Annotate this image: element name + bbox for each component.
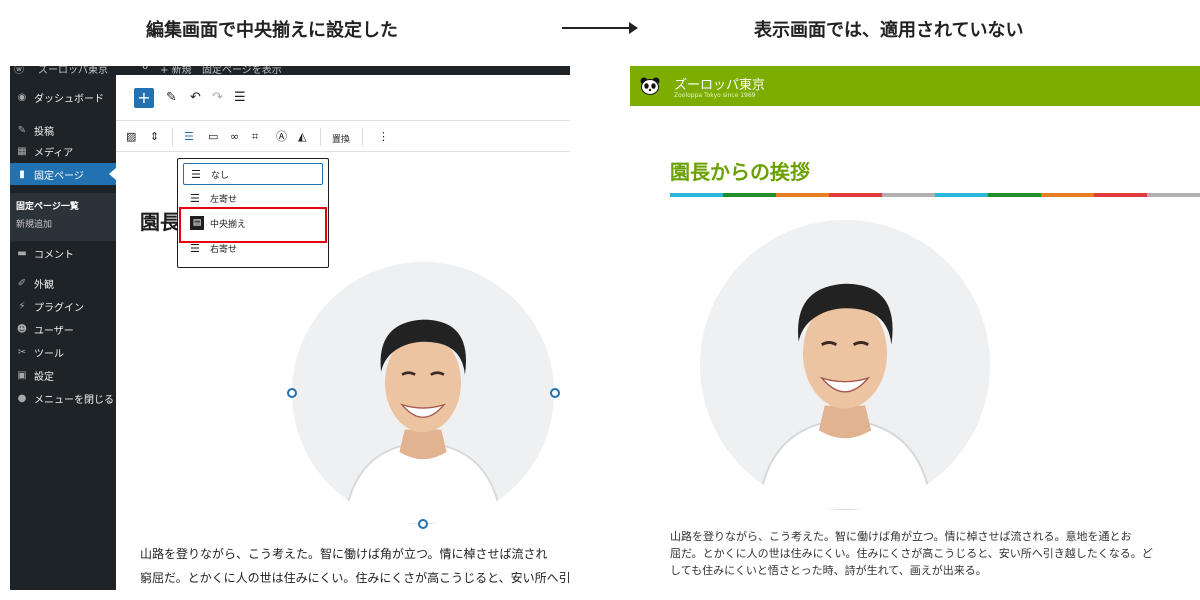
paragraph-line-3: しても住みにくいと悟さとった時、詩が生れて、画えが出来る。	[670, 564, 987, 577]
paragraph-line-1[interactable]: 山路を登りながら、こう考えた。智に働けば角が立つ。情に棹させば流され	[140, 542, 570, 566]
stripe-segment	[776, 193, 829, 197]
wordpress-logo-icon[interactable]: ⓦ	[14, 66, 24, 75]
editor-top-toolbar: + ✎ ↶ ↷ ☰	[116, 75, 570, 121]
highlight-box	[179, 207, 327, 243]
paragraph-line-2: 屈だ。とかくに人の世は住みにくい。住みにくさが高こうじると、安い所へ引き越したく…	[670, 547, 1153, 560]
move-updown-icon[interactable]: ⇕	[150, 128, 159, 146]
sidebar-item-collapse[interactable]: ● メニューを閉じる	[10, 387, 116, 409]
sidebar-item-tools[interactable]: ✂ ツール	[10, 341, 116, 363]
submenu-add-new[interactable]: 新規追加	[16, 217, 52, 230]
toolbar-divider	[172, 128, 173, 146]
dashboard-icon: ◉	[17, 91, 27, 103]
sidebar-item-comments[interactable]: ▬ コメント	[10, 242, 116, 264]
user-icon: ☻	[16, 323, 28, 335]
editor-screenshot: ⓦ ズーロッパ東京 0 + 新規 固定ページを表示 ◉ ダッシュボード ✎ 投稿…	[10, 66, 570, 590]
sidebar-item-settings[interactable]: ▣ 設定	[10, 364, 116, 386]
page-heading: 園長からの挨拶	[670, 160, 810, 184]
stripe-segment	[1094, 193, 1147, 197]
resize-handle-right[interactable]	[550, 388, 560, 398]
caption-frontend: 表示画面では、適用されていない	[754, 20, 1024, 41]
list-view-icon[interactable]: ☰	[234, 88, 246, 108]
resize-handle-bottom[interactable]	[418, 519, 428, 529]
more-options-icon[interactable]: ⋮	[378, 128, 389, 146]
link-icon[interactable]: ∞	[230, 128, 239, 146]
stripe-segment	[723, 193, 776, 197]
pin-icon: ✎	[17, 124, 27, 136]
image-block-icon[interactable]: ▨	[126, 128, 136, 146]
stripe-segment	[1147, 193, 1200, 197]
settings-icon: ▣	[17, 369, 27, 381]
admin-bar-view-page[interactable]: 固定ページを表示	[202, 66, 282, 75]
edit-pencil-icon[interactable]: ✎	[166, 88, 177, 108]
toolbar-divider	[320, 128, 321, 146]
stripe-segment	[829, 193, 882, 197]
stripe-segment	[1041, 193, 1094, 197]
toolbar-divider	[362, 128, 363, 146]
paragraph-line-2[interactable]: 窮屈だ。とかくに人の世は住みにくい。住みにくさが高こうじると、安い所へ引	[140, 566, 570, 590]
sidebar-item-dashboard[interactable]: ◉ ダッシュボード	[10, 86, 116, 108]
replace-button[interactable]: 置換	[332, 132, 350, 145]
align-left-icon: ☰	[190, 191, 200, 205]
profile-photo[interactable]	[292, 262, 554, 524]
duotone-icon[interactable]: ◭	[298, 128, 306, 146]
site-header: ズーロッパ東京 Zooloppa Tokyo since 1969	[630, 66, 1200, 106]
paragraph-line-1: 山路を登りながら、こう考えた。智に働けば角が立つ。情に棹させば流される。意地を通…	[670, 530, 1132, 543]
wrench-icon: ✂	[17, 346, 27, 358]
sidebar-item-media[interactable]: ▦ メディア	[10, 140, 116, 162]
resize-handle-left[interactable]	[287, 388, 297, 398]
redo-icon[interactable]: ↷	[212, 88, 223, 108]
sidebar-item-pages[interactable]: ▮ 固定ページ	[10, 163, 116, 185]
text-overlay-icon[interactable]: Ⓐ	[276, 128, 287, 146]
smiling-man-photo	[292, 262, 554, 524]
crop-icon[interactable]: ⌗	[252, 128, 258, 146]
page-title[interactable]: 園長	[140, 206, 180, 235]
right-arrow-icon	[562, 22, 638, 34]
caption-editor: 編集画面で中央揃えに設定した	[146, 20, 398, 41]
add-block-button[interactable]: +	[134, 88, 154, 108]
admin-bar-site[interactable]: ズーロッパ東京	[38, 66, 108, 75]
collapse-icon: ●	[17, 392, 27, 404]
frontend-screenshot: ズーロッパ東京 Zooloppa Tokyo since 1969 園長からの挨…	[630, 66, 1200, 596]
sidebar-item-appearance[interactable]: ✐ 外観	[10, 272, 116, 294]
caption-icon[interactable]: ▭	[208, 128, 218, 146]
brush-icon: ✐	[17, 277, 27, 289]
admin-sidebar: ◉ ダッシュボード ✎ 投稿 ▦ メディア ▮ 固定ページ 固定ページ一覧 新規…	[10, 75, 116, 590]
stripe-segment	[935, 193, 988, 197]
stripe-segment	[670, 193, 723, 197]
plugin-icon: ⚡	[18, 300, 26, 312]
page-icon: ▮	[19, 168, 25, 180]
profile-photo	[700, 220, 990, 510]
heading-color-stripe	[670, 193, 1200, 197]
align-option-none[interactable]: ☰ なし	[183, 163, 323, 185]
sidebar-item-posts[interactable]: ✎ 投稿	[10, 119, 116, 141]
submenu-all-pages[interactable]: 固定ページ一覧	[16, 199, 79, 212]
media-icon: ▦	[17, 145, 27, 157]
align-center-icon[interactable]: ☰	[184, 128, 194, 146]
align-right-icon: ☰	[190, 241, 200, 255]
align-option-left[interactable]: ☰ 左寄せ	[183, 187, 323, 209]
smiling-man-photo	[700, 220, 990, 510]
comment-icon: ▬	[17, 247, 27, 259]
admin-bar-new[interactable]: + 新規	[160, 66, 192, 75]
admin-bar: ⓦ ズーロッパ東京 0 + 新規 固定ページを表示	[10, 66, 570, 75]
undo-icon[interactable]: ↶	[190, 88, 201, 108]
site-name[interactable]: ズーロッパ東京	[674, 74, 765, 93]
stripe-segment	[882, 193, 935, 197]
sidebar-item-plugins[interactable]: ⚡ プラグイン	[10, 295, 116, 317]
stripe-segment	[988, 193, 1041, 197]
block-toolbar: ▨ ⇕ ☰ ▭ ∞ ⌗ Ⓐ ◭ 置換 ⋮	[116, 122, 570, 152]
site-tagline: Zooloppa Tokyo since 1969	[674, 92, 756, 99]
admin-bar-comments[interactable]: 0	[142, 66, 148, 72]
panda-logo-icon[interactable]	[640, 77, 660, 95]
sidebar-item-users[interactable]: ☻ ユーザー	[10, 318, 116, 340]
align-none-icon: ☰	[191, 167, 201, 181]
